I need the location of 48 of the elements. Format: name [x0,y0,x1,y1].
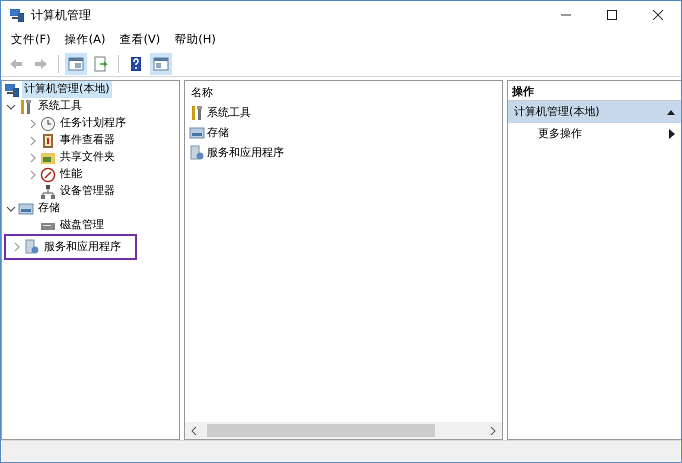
pane-icon [153,56,169,72]
clock-icon [40,116,56,132]
scroll-left-icon[interactable] [189,426,199,436]
menu-item[interactable]: 文件(F) [5,29,57,51]
tree-item[interactable]: 设备管理器 [58,183,117,200]
collapse-triangle-icon [667,109,675,115]
list-item[interactable]: 存储 [207,124,229,142]
gauge-icon [40,166,56,182]
tree-item[interactable]: 事件查看器 [58,132,117,149]
section-title: 计算机管理(本地) [514,104,600,120]
maximize-icon [606,10,618,20]
list-item[interactable]: 服务和应用程序 [207,144,284,162]
device-tree-icon [40,184,56,200]
menu-item[interactable]: 查看(V) [113,29,166,51]
tree-item[interactable]: 性能 [58,166,84,183]
tree-item[interactable]: 共享文件夹 [58,149,117,166]
column-header[interactable]: 名称 [185,81,502,103]
tree-item[interactable]: 磁盘管理 [58,217,106,234]
window-title: 计算机管理 [31,7,92,24]
computer-icon [9,7,25,23]
book-icon [40,132,56,148]
tree-item[interactable]: 系统工具 [36,98,84,115]
close-icon [652,10,664,20]
storage-icon [189,125,205,141]
list-item[interactable]: 系统工具 [207,104,251,122]
tools-icon [189,105,205,121]
storage-icon [18,200,34,216]
tree-item[interactable]: 计算机管理(本地) [22,81,112,98]
horizontal-scrollbar[interactable] [185,422,502,439]
tree-item[interactable]: 任务计划程序 [58,115,128,132]
help-icon [128,56,144,72]
actions-section-header[interactable]: 计算机管理(本地) [508,101,681,123]
tree-item[interactable]: 服务和应用程序 [42,238,123,256]
submenu-arrow-icon [669,129,675,139]
tools-icon [18,98,34,114]
menu-item[interactable]: 帮助(H) [168,29,222,51]
tree-item[interactable]: 存储 [36,200,62,217]
pane-icon [68,56,84,72]
scrollbar-thumb[interactable] [207,424,435,437]
computer-icon [4,82,20,98]
services-icon [24,239,40,255]
pane-button[interactable] [150,52,172,74]
export-icon [93,56,109,72]
menu-item[interactable]: 操作(A) [58,29,112,51]
pane-button[interactable] [65,52,87,74]
scroll-right-icon[interactable] [488,426,498,436]
action-link[interactable]: 更多操作 [538,126,582,142]
services-icon [189,145,205,161]
